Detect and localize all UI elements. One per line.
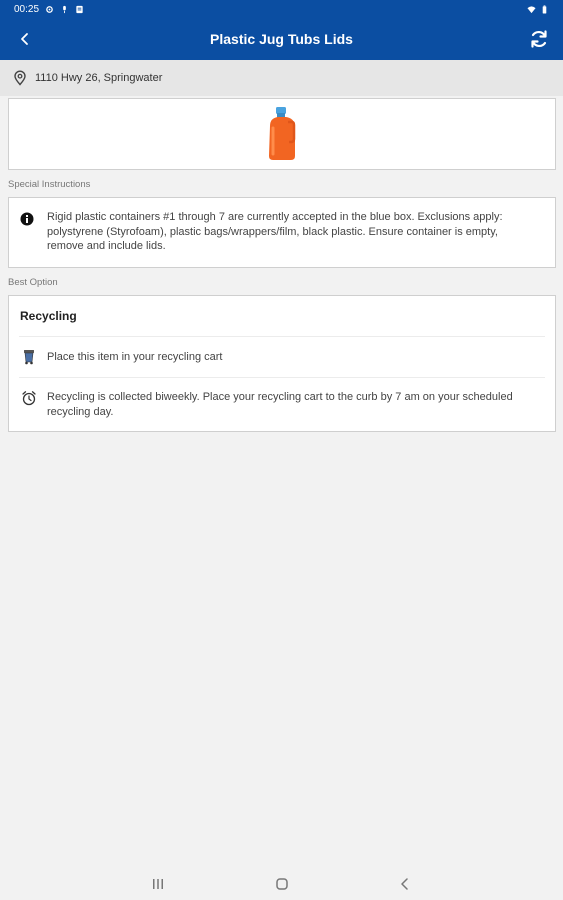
address-text: 1110 Hwy 26, Springwater — [35, 72, 163, 84]
status-time: 00:25 — [14, 3, 40, 15]
recent-apps-icon[interactable] — [150, 876, 166, 892]
recycling-cart-icon — [24, 350, 34, 365]
address-bar[interactable]: 1110 Hwy 26, Springwater — [0, 60, 563, 96]
item-image-card — [8, 98, 556, 170]
home-icon[interactable] — [274, 876, 290, 892]
best-option-heading: Recycling — [20, 309, 77, 323]
wifi-icon — [527, 5, 536, 13]
back-nav-icon[interactable] — [397, 876, 413, 892]
microphone-icon — [63, 5, 66, 13]
detergent-jug-icon — [269, 107, 296, 160]
back-arrow-icon[interactable] — [14, 28, 36, 50]
option-row-text: Place this item in your recycling cart — [47, 350, 223, 363]
option-row-text: Recycling is collected biweekly. Place y… — [47, 391, 513, 418]
settings-icon — [46, 5, 53, 13]
special-instructions-label: Special Instructions — [8, 179, 91, 190]
page-title: Plastic Jug Tubs Lids — [210, 31, 353, 47]
alarm-clock-icon — [22, 391, 36, 406]
refresh-icon[interactable] — [527, 27, 551, 51]
best-option-label: Best Option — [8, 277, 58, 288]
option-row: Recycling is collected biweekly. Place y… — [9, 378, 555, 419]
special-instructions-card: Rigid plastic containers #1 through 7 ar… — [8, 197, 556, 268]
status-bar: 00:25 — [0, 0, 563, 18]
info-icon — [20, 212, 34, 226]
option-row: Place this item in your recycling cart — [9, 337, 555, 377]
location-pin-icon — [14, 70, 26, 86]
battery-icon — [542, 4, 547, 14]
notification-icon — [76, 5, 83, 13]
best-option-card: Recycling Place this item in your recycl… — [8, 295, 556, 432]
special-instructions-text: Rigid plastic containers #1 through 7 ar… — [47, 211, 503, 252]
system-nav-bar — [0, 868, 563, 900]
app-bar: Plastic Jug Tubs Lids — [0, 18, 563, 60]
